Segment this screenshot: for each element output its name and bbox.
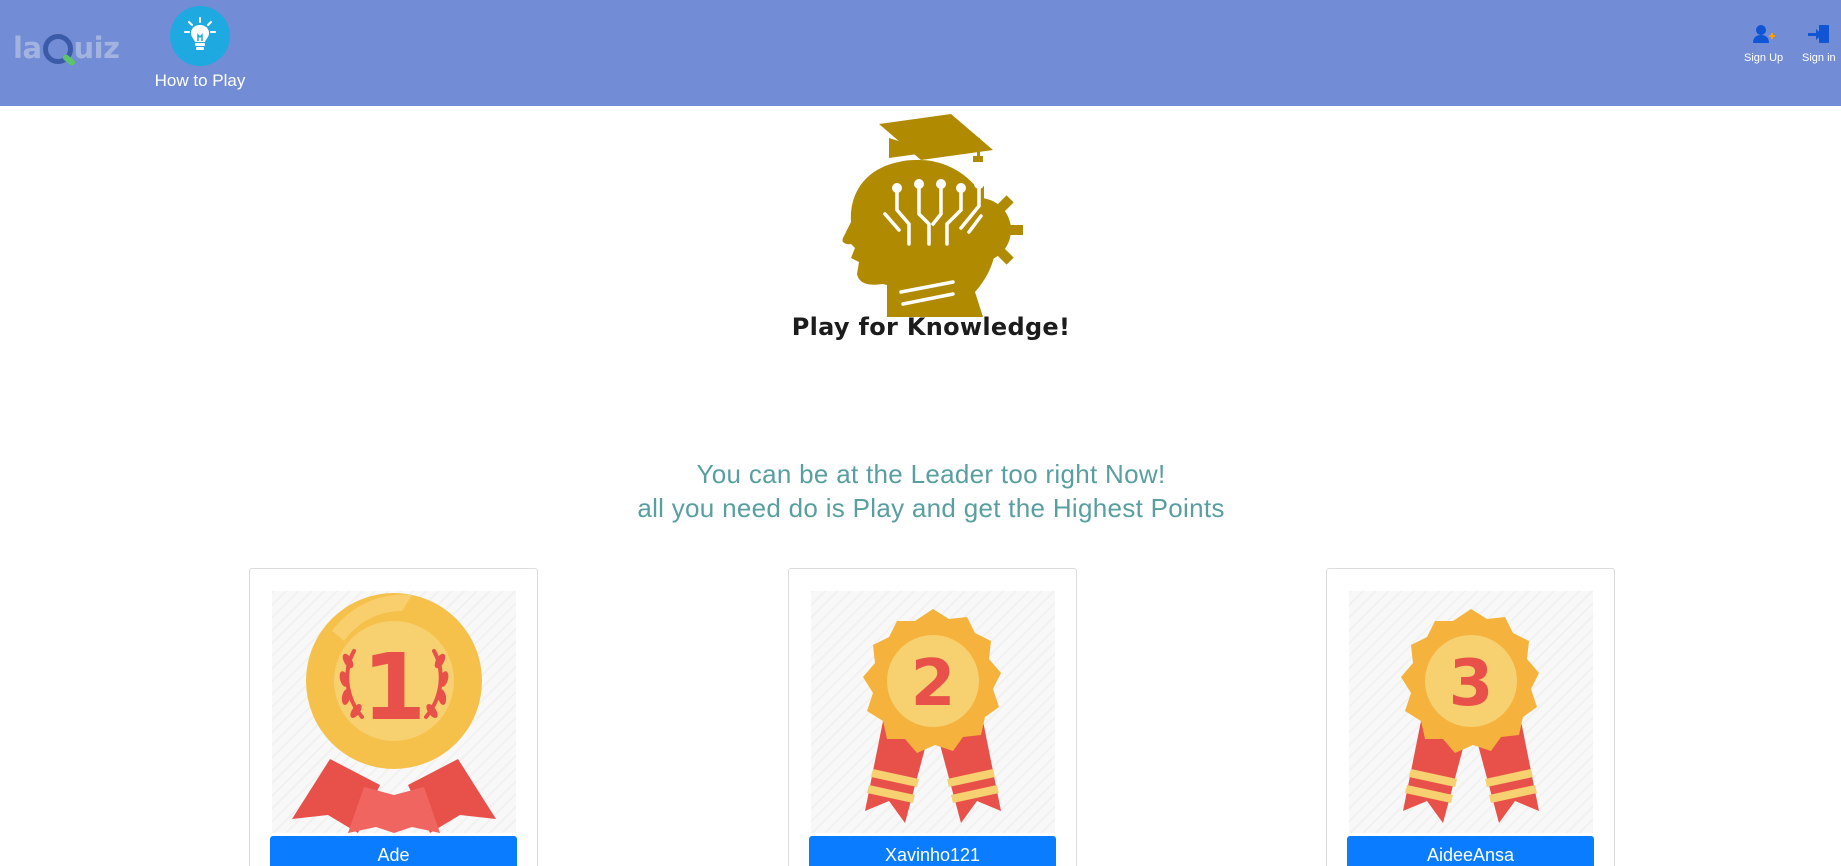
medal-rank-label: 1 — [362, 634, 426, 741]
sign-in-label: Sign in — [1802, 52, 1836, 64]
logo-suffix: uiz — [73, 31, 120, 65]
leader-name-button[interactable]: Ade — [270, 836, 517, 866]
invite-line-1: You can be at the Leader too right Now! — [696, 459, 1166, 489]
medal-rank-label: 2 — [911, 647, 956, 721]
page-tagline: Play for Knowledge! — [791, 313, 1071, 341]
leaderboard-invite: You can be at the Leader too right Now! … — [520, 457, 1342, 525]
leader-card-first: 1 Ade — [249, 568, 538, 866]
lightbulb-icon — [170, 6, 230, 66]
sign-up-label: Sign Up — [1744, 52, 1784, 64]
navbar: la uiz How to Play Sign Up Sign in — [0, 0, 1841, 106]
how-to-play-link[interactable]: How to Play — [146, 6, 254, 91]
leader-name-button[interactable]: Xavinho121 — [809, 836, 1056, 866]
logo-q-icon — [42, 34, 73, 64]
sign-in-link[interactable]: Sign in — [1802, 24, 1836, 64]
sign-in-icon — [1807, 24, 1831, 49]
invite-line-2: all you need do is Play and get the High… — [637, 493, 1225, 523]
logo-prefix: la — [13, 31, 42, 65]
leader-card-second: 2 Xavinho121 — [788, 568, 1077, 866]
sign-up-link[interactable]: Sign Up — [1744, 24, 1783, 64]
silver-rosette-icon: 2 — [811, 591, 1055, 833]
knowledge-head-icon — [829, 112, 1039, 317]
leader-name-button[interactable]: AideeAnsa — [1347, 836, 1594, 866]
bronze-rosette-icon: 3 — [1349, 591, 1593, 833]
logo[interactable]: la uiz — [13, 28, 120, 68]
how-to-play-label: How to Play — [154, 71, 246, 90]
leader-card-third: 3 AideeAnsa — [1326, 568, 1615, 866]
medal-rank-label: 3 — [1449, 647, 1494, 721]
gold-medal-icon: 1 — [272, 591, 516, 833]
user-plus-icon — [1752, 24, 1776, 49]
